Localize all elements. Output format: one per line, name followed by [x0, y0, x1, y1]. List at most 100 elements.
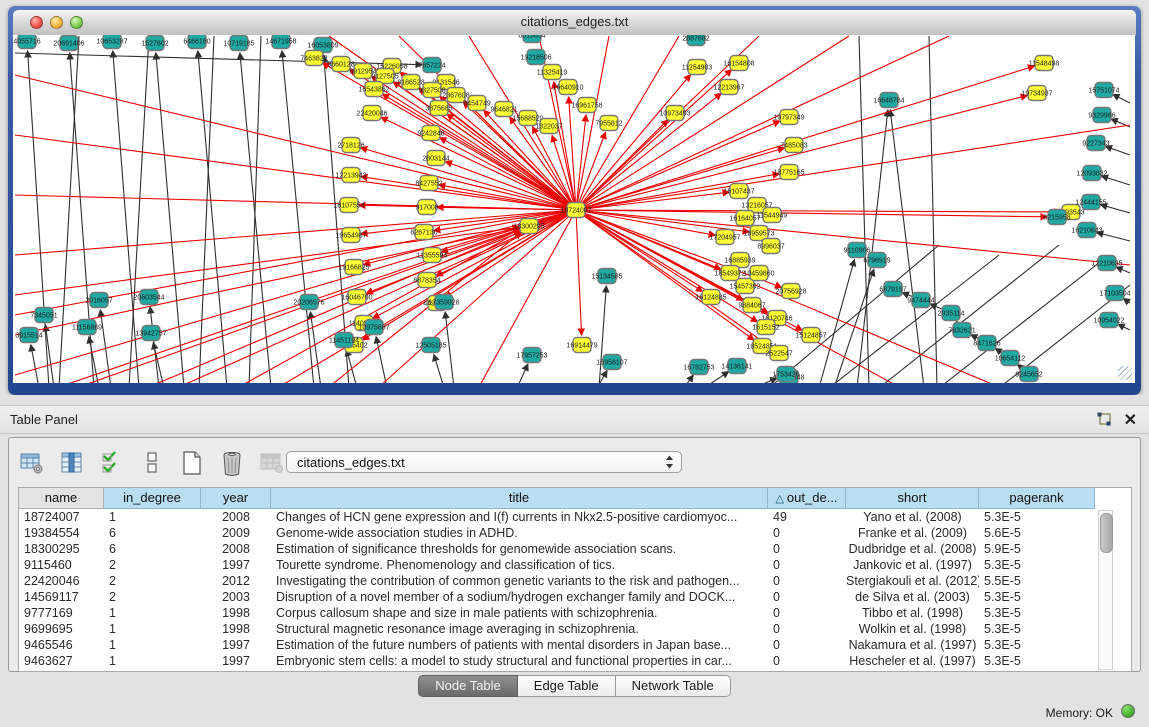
- svg-text:9227343: 9227343: [1082, 140, 1109, 147]
- table-select-dropdown[interactable]: citations_edges.txt: [286, 451, 682, 473]
- table-row[interactable]: 969969511998Structural magnetic resonanc…: [19, 621, 1131, 637]
- graph-node[interactable]: 12093832: [1076, 166, 1107, 181]
- table-vertical-scrollbar[interactable]: [1098, 510, 1113, 670]
- table-row[interactable]: 977716911998Corpus callosum shape and si…: [19, 605, 1131, 621]
- graph-node[interactable]: 8267130: [410, 225, 437, 240]
- column-header-year[interactable]: year: [201, 488, 271, 509]
- float-panel-icon[interactable]: [1097, 412, 1113, 427]
- graph-node[interactable]: 11254903: [682, 60, 713, 75]
- graph-node[interactable]: 4055716: [13, 35, 40, 49]
- delete-columns-icon[interactable]: [219, 449, 245, 477]
- column-header-out-de-[interactable]: △out_de...: [768, 488, 846, 509]
- graph-node[interactable]: 19734937: [1021, 86, 1052, 101]
- select-all-icon[interactable]: [99, 449, 125, 477]
- graph-node[interactable]: 14671958: [265, 35, 296, 49]
- graph-node[interactable]: 19654987: [335, 228, 366, 243]
- table-row[interactable]: 946362711997Embryonic stem cells: a mode…: [19, 653, 1131, 669]
- column-header-short[interactable]: short: [846, 488, 979, 509]
- graph-node[interactable]: 19218506: [520, 50, 551, 65]
- graph-node[interactable]: 17957253: [516, 348, 547, 363]
- graph-node[interactable]: 10653287: [96, 35, 127, 49]
- network-window-titlebar[interactable]: citations_edges.txt: [13, 10, 1136, 36]
- show-columns-icon[interactable]: [59, 449, 85, 477]
- graph-node[interactable]: 917008: [415, 200, 438, 215]
- graph-node[interactable]: 20756928: [775, 284, 806, 299]
- table-row[interactable]: 911546021997Tourette syndrome. Phenomeno…: [19, 557, 1131, 573]
- graph-node[interactable]: 15134585: [591, 269, 622, 284]
- graph-node[interactable]: 17204957: [709, 230, 740, 245]
- graph-node[interactable]: 8878354: [413, 273, 440, 288]
- table-row[interactable]: 1938455462009Genome-wide association stu…: [19, 525, 1131, 541]
- graph-node[interactable]: 11548498: [1029, 56, 1060, 71]
- graph-node[interactable]: 7955812: [595, 116, 622, 131]
- create-column-icon[interactable]: [179, 449, 205, 477]
- graph-node[interactable]: 16640910: [552, 80, 583, 95]
- graph-node[interactable]: 16154808: [723, 56, 754, 71]
- graph-node[interactable]: 16782753: [683, 360, 714, 375]
- table-cell: 1998: [201, 621, 271, 637]
- column-header-pagerank[interactable]: pagerank: [979, 488, 1095, 509]
- table-row[interactable]: 1872400712008Changes of HCN gene express…: [19, 509, 1131, 525]
- svg-text:16914479: 16914479: [566, 342, 597, 349]
- graph-node[interactable]: 2718126: [337, 138, 364, 153]
- graph-node[interactable]: 2016057: [85, 293, 112, 308]
- column-header-title[interactable]: title: [271, 488, 768, 509]
- memory-status-indicator-icon[interactable]: [1121, 704, 1135, 718]
- graph-node[interactable]: 9646821: [490, 102, 517, 117]
- scrollbar-thumb[interactable]: [1100, 513, 1113, 553]
- column-header-in-degree[interactable]: in_degree: [104, 488, 201, 509]
- graph-node[interactable]: 2887682: [682, 35, 709, 46]
- graph-node[interactable]: 9110906: [844, 243, 871, 258]
- graph-node[interactable]: 16961758: [571, 98, 602, 113]
- close-panel-icon[interactable]: ✕: [1124, 410, 1137, 430]
- graph-node[interactable]: 12213943: [335, 168, 366, 183]
- svg-text:16046790: 16046790: [341, 294, 372, 301]
- graph-node[interactable]: 8813054: [518, 35, 545, 43]
- tab-node-table[interactable]: Node Table: [418, 675, 518, 697]
- table-row[interactable]: 946554611997Estimation of the future num…: [19, 637, 1131, 653]
- graph-node[interactable]: 7345051: [30, 308, 57, 323]
- unselect-all-icon[interactable]: [139, 449, 165, 477]
- graph-node[interactable]: 16648784: [873, 93, 904, 108]
- table-row[interactable]: 1456911722003Disruption of a novel membe…: [19, 589, 1131, 605]
- graph-node[interactable]: 20691406: [53, 36, 84, 51]
- graph-node[interactable]: 9329966: [1088, 108, 1115, 123]
- graph-node[interactable]: 10654112: [995, 351, 1026, 366]
- graph-node[interactable]: 16107437: [723, 184, 754, 199]
- svg-text:4055716: 4055716: [13, 38, 40, 45]
- graph-node[interactable]: 6796919: [863, 253, 890, 268]
- graph-node[interactable]: 10719185: [223, 36, 254, 51]
- graph-node[interactable]: 18107554: [333, 198, 364, 213]
- graph-node[interactable]: 9474444: [907, 293, 934, 308]
- graph-node[interactable]: 14136141: [721, 359, 752, 374]
- table-row[interactable]: 1830029562008Estimation of significance …: [19, 541, 1131, 557]
- tab-edge-table[interactable]: Edge Table: [518, 675, 616, 697]
- panel-splitter[interactable]: [0, 395, 1149, 405]
- graph-node[interactable]: 16210643: [1071, 223, 1102, 238]
- graph-node[interactable]: 16124885: [695, 290, 726, 305]
- graph-node[interactable]: 7485083: [780, 138, 807, 153]
- graph-node[interactable]: 3875685: [425, 101, 452, 116]
- svg-text:9474444: 9474444: [907, 297, 934, 304]
- graph-node[interactable]: 9227343: [1082, 136, 1109, 151]
- column-header-name[interactable]: name: [19, 488, 104, 509]
- graph-node[interactable]: 2935114: [938, 306, 965, 321]
- tab-network-table[interactable]: Network Table: [616, 675, 731, 697]
- graph-node[interactable]: 6466160: [183, 35, 210, 49]
- table-cell: 1997: [201, 653, 271, 669]
- graph-node[interactable]: 20206576: [293, 295, 324, 310]
- graph-node[interactable]: 6879197: [879, 282, 906, 297]
- table-row[interactable]: 2242004622012Investigating the contribut…: [19, 573, 1131, 589]
- window-resize-grip-icon[interactable]: [1118, 366, 1132, 380]
- graph-node[interactable]: 18775165: [773, 165, 804, 180]
- graph-node[interactable]: 16914479: [566, 338, 597, 353]
- network-graph-svg[interactable]: 4055716 20691406 10653287 1527602 6466160 107…: [13, 35, 1135, 383]
- graph-node[interactable]: 1527602: [141, 36, 168, 51]
- graph-node[interactable]: 11325419: [537, 65, 568, 80]
- graph-node[interactable]: 10973493: [659, 106, 690, 121]
- network-view[interactable]: 4055716 20691406 10653287 1527602 6466160 107…: [13, 35, 1135, 383]
- graph-node[interactable]: 9245652: [1015, 367, 1042, 382]
- svg-text:10719185: 10719185: [223, 40, 254, 47]
- graph-node[interactable]: 2803144: [422, 151, 449, 166]
- table-options-icon[interactable]: [19, 449, 45, 477]
